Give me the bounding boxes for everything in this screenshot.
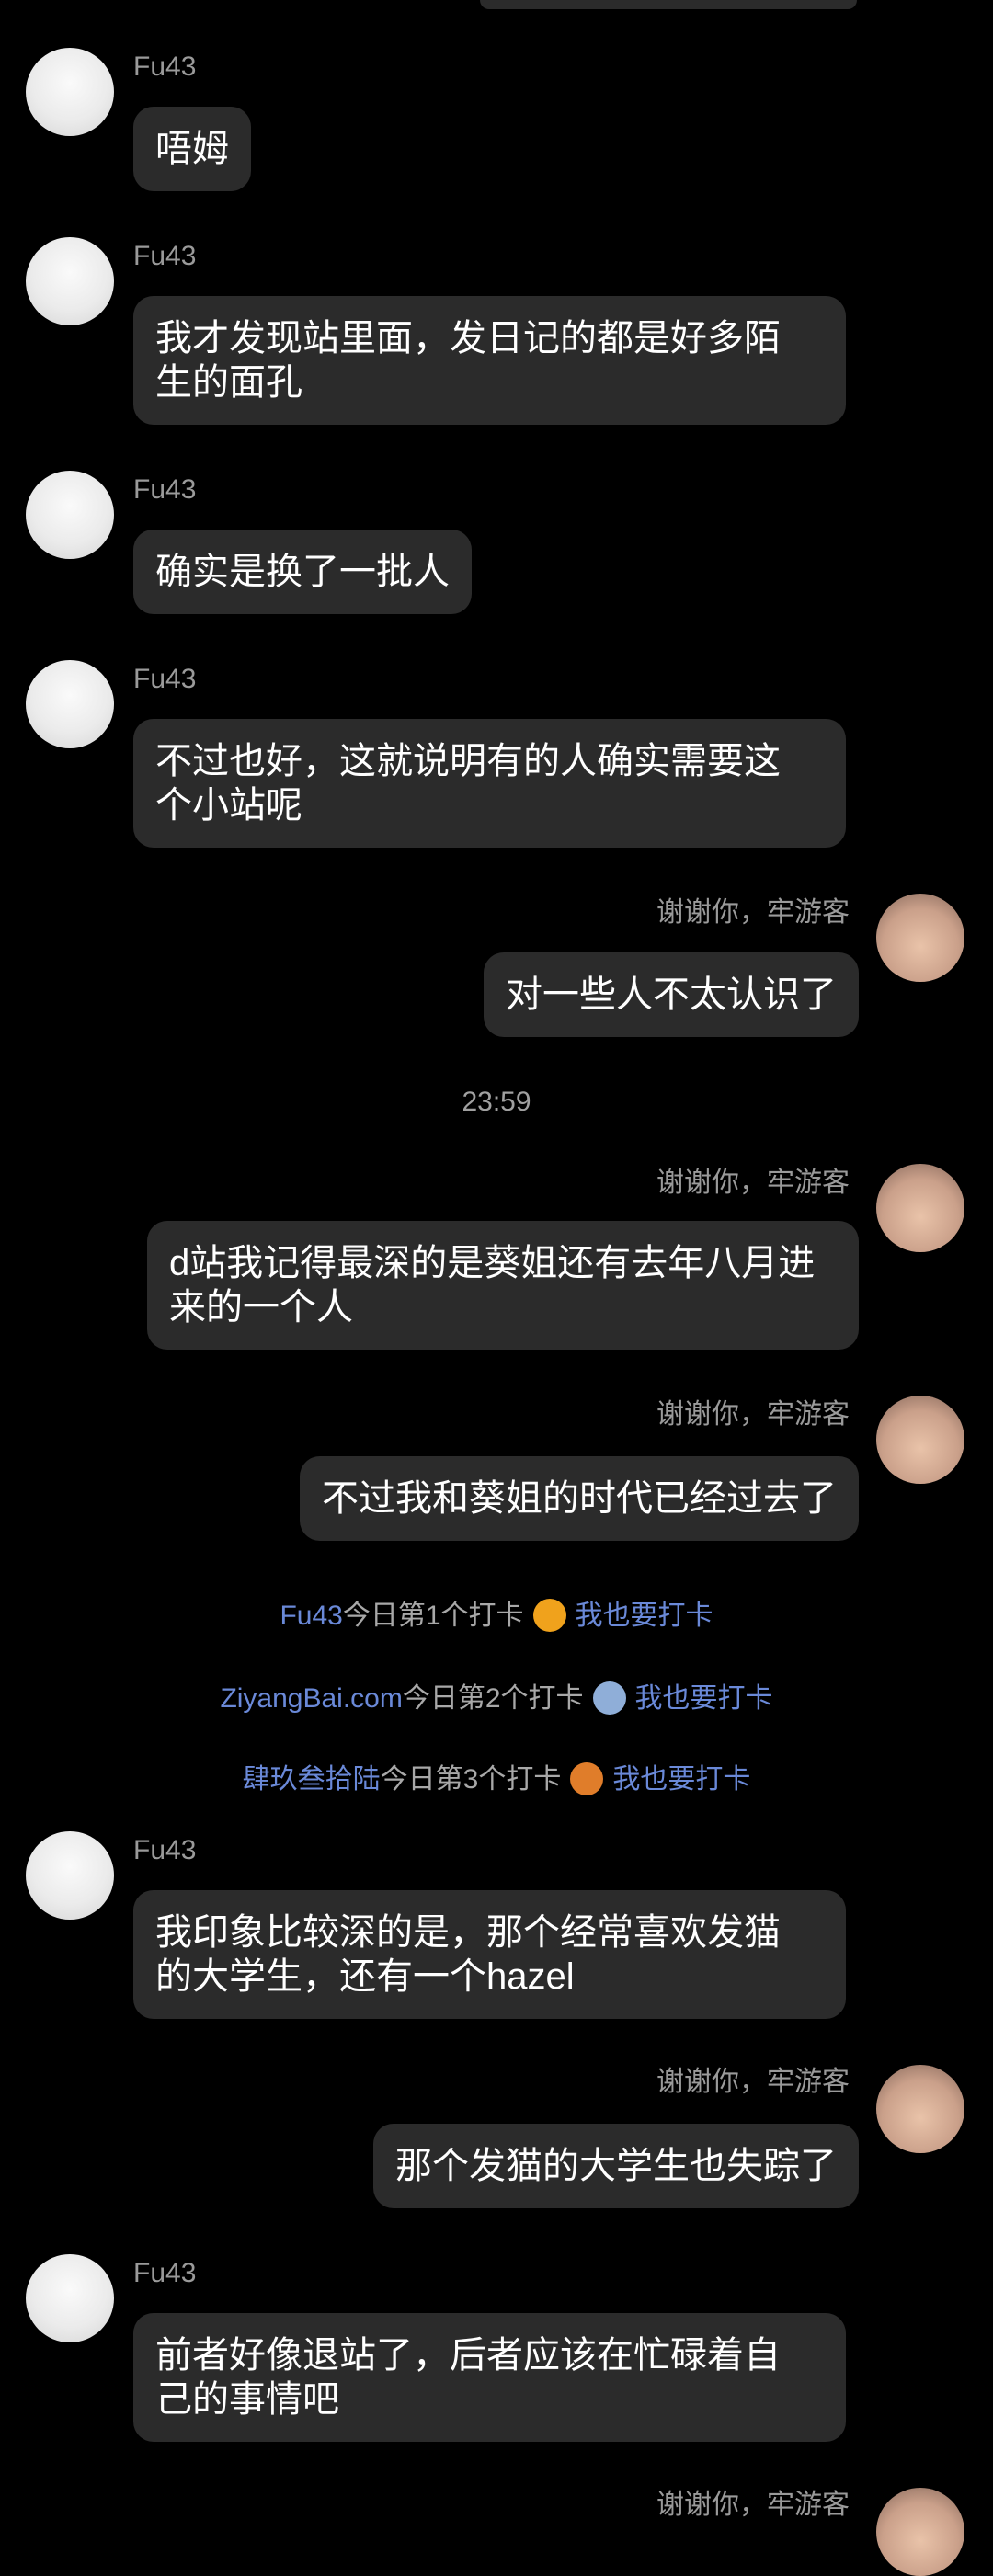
message-bubble[interactable]: 确实是换了一批人 [133, 530, 472, 614]
checkin-text: 今日第3个打卡 [380, 1764, 562, 1795]
checkin-text: 今日第1个打卡 [342, 1601, 524, 1631]
avatar-left[interactable] [26, 1831, 114, 1920]
silver-medal-icon [592, 1681, 626, 1715]
checkin-action-link[interactable]: 我也要打卡 [576, 1601, 713, 1631]
sender-name: Fu43 [133, 1835, 197, 1865]
checkin-action-link[interactable]: 我也要打卡 [635, 1683, 773, 1714]
message-bubble[interactable]: d站我记得最深的是葵姐还有去年八月进 来的一个人 [147, 1221, 859, 1350]
checkin-row: 肆玖叁拾陆今日第3个打卡 我也要打卡 [0, 1756, 993, 1796]
message-bubble[interactable]: 唔姆 [133, 107, 251, 191]
sender-name: Fu43 [133, 51, 197, 82]
sender-name: Fu43 [133, 2258, 197, 2288]
checkin-user-link[interactable]: Fu43 [280, 1601, 342, 1631]
checkin-user-link[interactable]: 肆玖叁拾陆 [243, 1764, 381, 1795]
avatar-left[interactable] [26, 48, 114, 136]
message-bubble[interactable]: 我才发现站里面，发日记的都是好多陌 生的面孔 [133, 296, 846, 425]
sender-name: 谢谢你，牢游客 [656, 1168, 850, 1198]
sender-name: Fu43 [133, 241, 197, 271]
avatar-right[interactable] [876, 1164, 964, 1252]
avatar-left[interactable] [26, 471, 114, 559]
sender-name: 谢谢你，牢游客 [656, 897, 850, 928]
checkin-text: 今日第2个打卡 [402, 1683, 584, 1714]
checkin-action-link[interactable]: 我也要打卡 [612, 1764, 750, 1795]
message-bubble[interactable]: 那个发猫的大学生也失踪了 [373, 2124, 859, 2208]
checkin-row: ZiyangBai.com今日第2个打卡 我也要打卡 [0, 1675, 993, 1715]
timestamp: 23:59 [462, 1087, 531, 1117]
sender-name: Fu43 [133, 664, 197, 694]
bronze-medal-icon [570, 1762, 604, 1795]
avatar-left[interactable] [26, 2254, 114, 2342]
avatar-right[interactable] [876, 1396, 964, 1484]
sender-name: Fu43 [133, 474, 197, 505]
message-bubble[interactable]: 不过我和葵姐的时代已经过去了 [300, 1456, 859, 1541]
message-bubble[interactable]: 对一些人不太认识了 [484, 952, 859, 1037]
partial-message-bubble [480, 0, 857, 9]
sender-name: 谢谢你，牢游客 [656, 1399, 850, 1430]
message-bubble[interactable]: 我印象比较深的是，那个经常喜欢发猫 的大学生，还有一个hazel [133, 1890, 846, 2019]
sender-name: 谢谢你，牢游客 [656, 2490, 850, 2520]
checkin-user-link[interactable]: ZiyangBai.com [220, 1683, 402, 1714]
checkin-row: Fu43今日第1个打卡 我也要打卡 [0, 1592, 993, 1633]
message-bubble[interactable]: 前者好像退站了，后者应该在忙碌着自 己的事情吧 [133, 2313, 846, 2442]
message-bubble[interactable]: 不过也好，这就说明有的人确实需要这 个小站呢 [133, 719, 846, 848]
avatar-right[interactable] [876, 894, 964, 982]
avatar-left[interactable] [26, 237, 114, 325]
gold-medal-icon [532, 1599, 566, 1632]
avatar-left[interactable] [26, 660, 114, 748]
avatar-right[interactable] [876, 2488, 964, 2576]
avatar-right[interactable] [876, 2065, 964, 2153]
sender-name: 谢谢你，牢游客 [656, 2067, 850, 2097]
